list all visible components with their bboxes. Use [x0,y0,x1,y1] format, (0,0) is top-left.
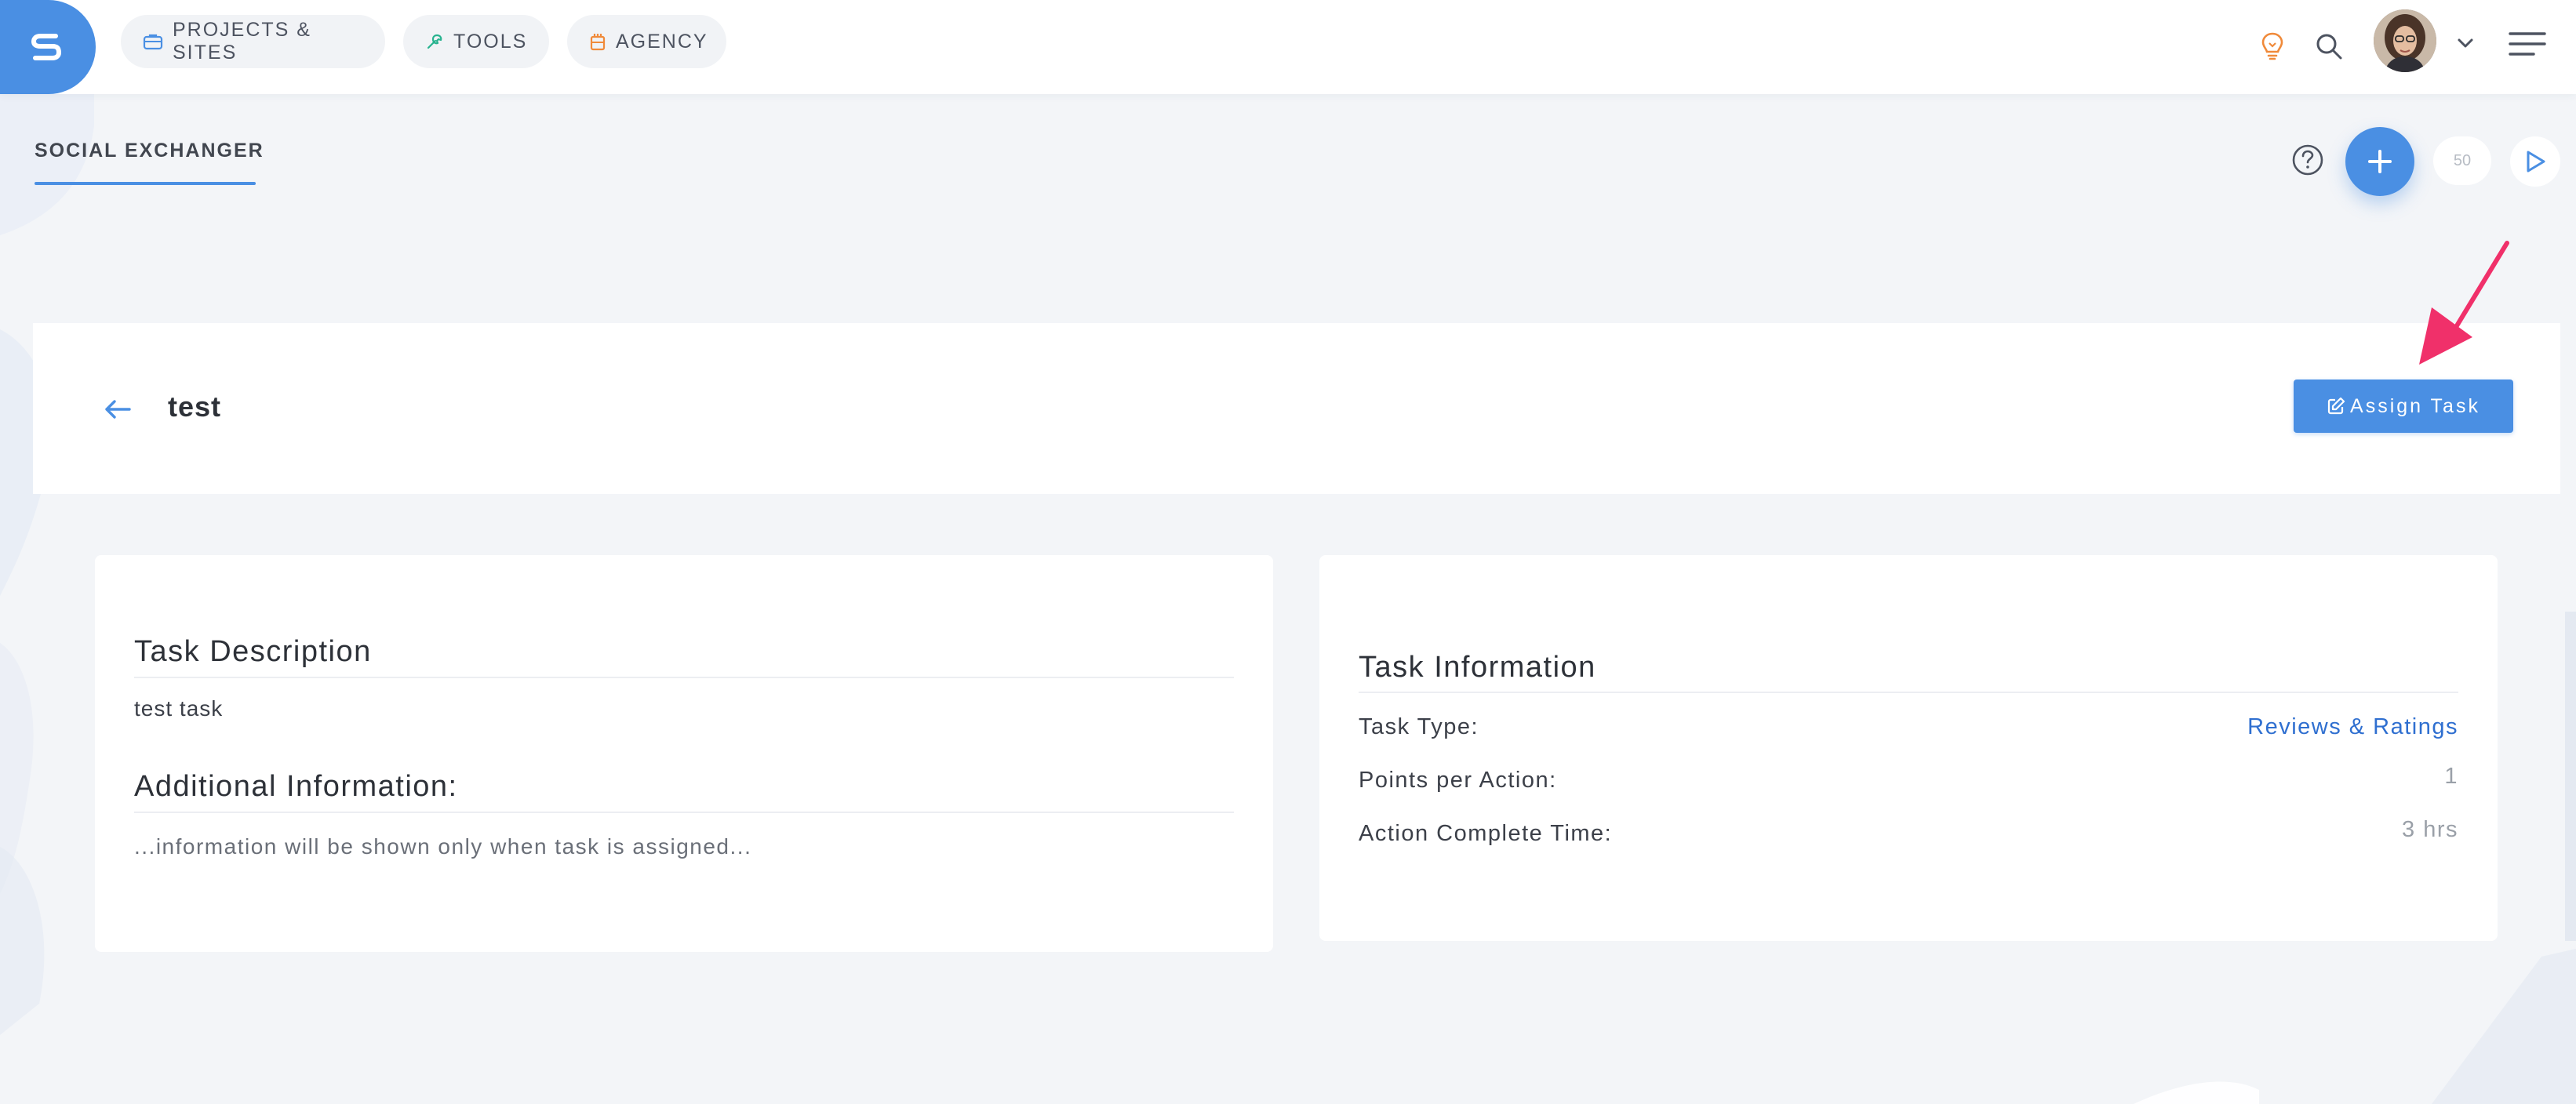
divider [134,677,1234,678]
count-badge: 50 [2433,136,2491,185]
divider [1359,692,2458,693]
additional-information-heading: Additional Information: [134,770,458,803]
hamburger-icon[interactable] [2507,28,2548,60]
assign-task-label: Assign Task [2350,394,2480,417]
nav-tools[interactable]: TOOLS [403,15,549,68]
nav-projects-sites[interactable]: PROJECTS & SITES [121,15,385,68]
wrench-icon [425,32,444,51]
task-type-label: Task Type: [1359,714,1479,739]
additional-information-text: ...information will be shown only when t… [134,834,752,859]
task-information-heading: Task Information [1359,651,1596,684]
top-navigation: PROJECTS & SITES TOOLS AGENCY [0,0,2576,94]
lightbulb-icon[interactable] [2254,28,2290,64]
action-complete-time-value: 3 hrs [2402,817,2458,842]
nav-tools-label: TOOLS [453,30,528,53]
search-icon[interactable] [2311,28,2347,64]
divider [134,812,1234,813]
task-description-card: Task Description test task Additional In… [95,555,1273,952]
page: PROJECTS & SITES TOOLS AGENCY SOCIAL EXC… [0,0,2576,1104]
add-button[interactable] [2345,127,2414,196]
nav-agency-label: AGENCY [616,30,708,53]
brand-logo[interactable] [0,0,96,94]
action-complete-time-label: Action Complete Time: [1359,821,1613,846]
avatar-portrait [2374,9,2436,72]
task-information-card: Task Information Task Type: Reviews & Ra… [1319,555,2498,941]
points-per-action-value: 1 [2444,764,2458,789]
edit-icon [2327,397,2345,416]
nav-projects-label: PROJECTS & SITES [173,19,311,64]
play-icon[interactable] [2510,136,2560,187]
task-description-heading: Task Description [134,635,372,668]
page-title: test [168,390,222,423]
tab-active-underline [35,182,256,185]
assign-task-button[interactable]: Assign Task [2294,380,2513,433]
arrow-left-icon[interactable] [100,392,135,427]
task-description-text: test task [134,696,224,721]
task-title-bar [33,323,2560,494]
user-avatar[interactable] [2374,9,2436,72]
question-icon[interactable] [2289,141,2327,179]
task-type-value[interactable]: Reviews & Ratings [2247,714,2458,740]
brand-s-logo-icon [31,34,62,60]
tab-social-exchanger[interactable]: SOCIAL EXCHANGER [35,140,264,162]
plus-icon [2368,150,2392,173]
chevron-down-icon[interactable] [2454,31,2477,55]
building-icon [589,32,606,51]
nav-agency[interactable]: AGENCY [567,15,726,68]
briefcase-icon [143,33,163,50]
points-per-action-label: Points per Action: [1359,768,1557,793]
